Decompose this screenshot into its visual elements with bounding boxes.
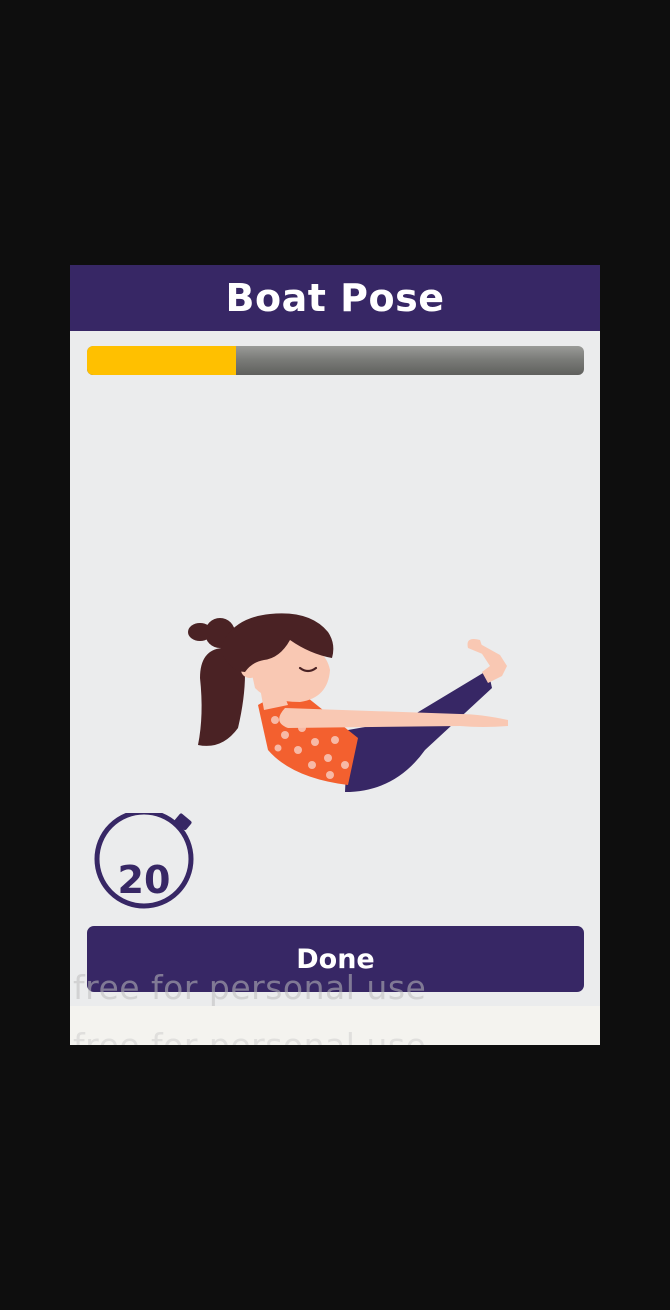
watermark-text-secondary: free for personal use (73, 1026, 426, 1045)
boat-pose-woman-illustration (188, 613, 508, 792)
bottom-strip: free for personal use (70, 1006, 600, 1045)
progress-bar (87, 346, 584, 375)
page-title: Boat Pose (225, 276, 445, 320)
exercise-card: Boat Pose 20 Done free for personal use (70, 265, 600, 1045)
watermark-text: free for personal use (73, 968, 427, 1007)
header-bar: Boat Pose (70, 265, 600, 331)
exercise-timer: 20 (92, 809, 198, 909)
timer-countdown: 20 (117, 858, 171, 902)
progress-bar-fill (87, 346, 237, 375)
